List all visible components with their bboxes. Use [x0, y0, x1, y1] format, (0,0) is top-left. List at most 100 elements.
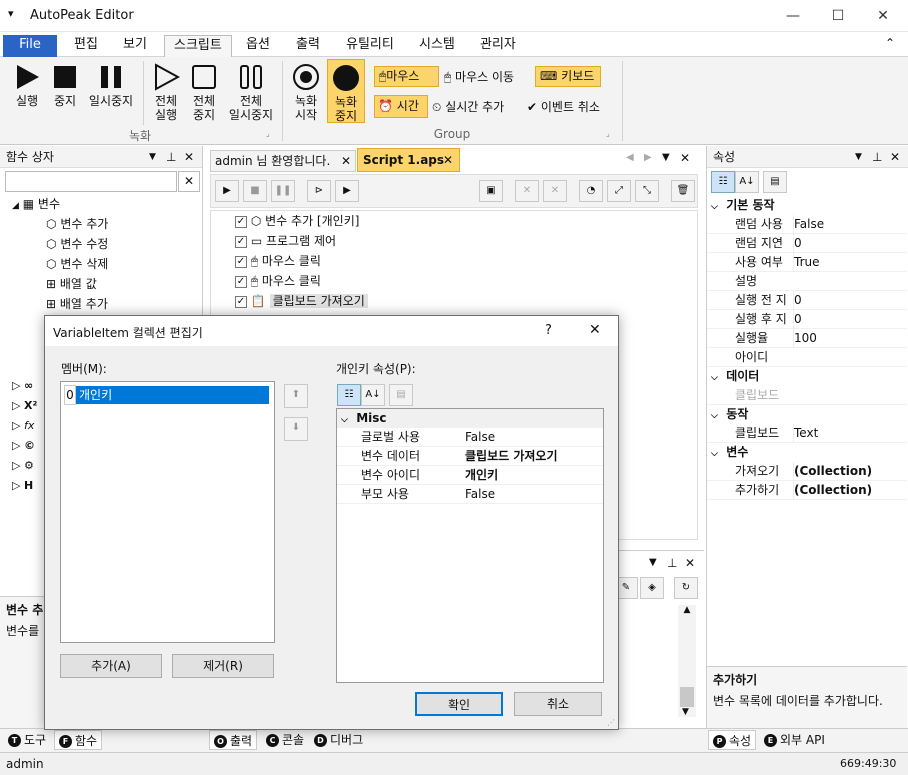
tab-welcome[interactable]: admin 님 환영합니다. ✕: [210, 150, 356, 172]
property-pages-icon[interactable]: ▤: [763, 171, 787, 193]
tree-item-array-add[interactable]: ⊞ 배열 추가: [46, 294, 108, 314]
scroll-up-icon[interactable]: ▲: [678, 605, 696, 615]
tab-output[interactable]: O 출력: [209, 730, 258, 750]
editor-pause-icon[interactable]: ❚❚: [271, 180, 295, 202]
tree-item-var-delete[interactable]: ⬡ 변수 삭제: [46, 254, 108, 274]
ok-button[interactable]: 확인: [415, 692, 503, 716]
panel-dropdown-icon[interactable]: ▼: [855, 146, 862, 168]
script-line[interactable]: ✓ 🖱 마우스 클릭: [235, 271, 321, 291]
tab-list-icon[interactable]: ▼: [662, 152, 670, 163]
categorized-icon[interactable]: ☷: [711, 171, 735, 193]
property-category[interactable]: ⌵ 변수: [707, 443, 907, 462]
property-row[interactable]: 랜덤 지연 0: [707, 234, 907, 253]
minimize-button[interactable]: —: [770, 0, 816, 32]
tab-scroll-right-icon[interactable]: ▶: [644, 152, 652, 163]
dialog-property-value[interactable]: 개인키: [465, 466, 498, 485]
property-row[interactable]: 추가하기 (Collection): [707, 481, 907, 500]
menu-view[interactable]: 보기: [114, 35, 156, 57]
property-value[interactable]: 100: [793, 329, 817, 348]
panel-close-icon[interactable]: ✕: [184, 146, 194, 168]
realtime-add-toggle[interactable]: ⏲ 실시간 추가: [432, 97, 504, 117]
misc-category[interactable]: ⌵ Misc: [337, 409, 603, 428]
property-category[interactable]: ⌵ 기본 동작: [707, 196, 907, 215]
dialog-property-pages-icon[interactable]: ▤: [389, 384, 413, 406]
script-line[interactable]: ✓ 🖱 마우스 클릭: [235, 251, 321, 271]
property-row[interactable]: 랜덤 사용 False: [707, 215, 907, 234]
panel-dropdown-icon[interactable]: ▼: [649, 557, 657, 568]
property-row[interactable]: 사용 여부 True: [707, 253, 907, 272]
stop-all-button[interactable]: 전체 중지: [186, 63, 222, 122]
editor-play-frame-icon[interactable]: ⊳: [307, 180, 331, 202]
editor-run-icon[interactable]: ▶: [215, 180, 239, 202]
dialog-categorized-icon[interactable]: ☷: [337, 384, 361, 406]
tree-item-var-add[interactable]: ⬡ 변수 추가: [46, 214, 108, 234]
editor-remove-icon[interactable]: ✕: [515, 180, 539, 202]
pin-icon[interactable]: ⊥: [872, 146, 882, 168]
scroll-thumb[interactable]: [680, 687, 694, 707]
clear-search-button[interactable]: ✕: [178, 171, 200, 192]
pin-icon[interactable]: ⊥: [166, 146, 176, 168]
script-line[interactable]: ✓ ▭ 프로그램 제어: [235, 231, 336, 251]
tab-properties[interactable]: P 속성: [708, 730, 757, 750]
property-category[interactable]: ⌵ 데이터: [707, 367, 907, 386]
output-refresh-icon[interactable]: ↻: [674, 577, 698, 599]
tab-external-api[interactable]: E 외부 API: [760, 730, 829, 750]
system-menu-icon[interactable]: ▾: [8, 7, 14, 20]
record-start-button[interactable]: 녹화 시작: [288, 63, 324, 122]
panel-close-icon[interactable]: ✕: [890, 146, 900, 168]
property-row[interactable]: 실행율 100: [707, 329, 907, 348]
property-row[interactable]: 실행 전 지 0: [707, 291, 907, 310]
editor-timer-icon[interactable]: ◔: [579, 180, 603, 202]
property-row[interactable]: 클립보드 Text: [707, 424, 907, 443]
dialog-alphabetical-icon[interactable]: A↓: [361, 384, 385, 406]
tab-close-icon[interactable]: ✕: [443, 149, 453, 171]
remove-button[interactable]: 제거(R): [172, 654, 274, 678]
run-button[interactable]: 실행: [8, 63, 46, 108]
editor-expand-icon[interactable]: ⤢: [607, 180, 631, 202]
output-fill-icon[interactable]: ◈: [640, 577, 664, 599]
editor-delete-icon[interactable]: 🗑: [671, 180, 695, 202]
property-row[interactable]: 클립보드: [707, 386, 907, 405]
event-cancel-toggle[interactable]: ✔ 이벤트 취소: [527, 97, 600, 117]
property-value[interactable]: True: [793, 253, 820, 272]
time-toggle[interactable]: ⏰ 시간: [374, 95, 428, 118]
menu-file[interactable]: File: [3, 35, 57, 57]
run-all-button[interactable]: 전체 실행: [148, 63, 184, 122]
dialog-property-value[interactable]: 클립보드 가져오기: [465, 447, 558, 466]
property-category[interactable]: ⌵ 동작: [707, 405, 907, 424]
property-row[interactable]: 가져오기 (Collection): [707, 462, 907, 481]
property-value[interactable]: 0: [793, 234, 802, 253]
panel-close-icon[interactable]: ✕: [685, 556, 695, 570]
property-value[interactable]: (Collection): [793, 481, 872, 500]
property-value[interactable]: 0: [793, 291, 802, 310]
member-item[interactable]: 0 개인키: [64, 385, 273, 405]
resize-grip-icon[interactable]: ⋰: [607, 718, 615, 727]
mouse-move-toggle[interactable]: 🖱 마우스 이동: [444, 68, 514, 88]
tab-console[interactable]: C 콘솔: [262, 730, 308, 750]
property-value[interactable]: 0: [793, 310, 802, 329]
dialog-property-row[interactable]: 변수 아이디 개인키: [337, 466, 603, 485]
checkbox[interactable]: ✓: [235, 275, 247, 288]
checkbox[interactable]: ✓: [235, 295, 247, 308]
editor-remove-all-icon[interactable]: ✕: [543, 180, 567, 202]
output-scrollbar[interactable]: ▲ ▼: [678, 605, 696, 717]
tree-item-var-edit[interactable]: ⬡ 변수 수정: [46, 234, 108, 254]
editor-stop-icon[interactable]: ■: [243, 180, 267, 202]
record-stop-button[interactable]: 녹화 중지: [327, 59, 365, 123]
editor-close-icon[interactable]: ✕: [680, 151, 690, 165]
help-button[interactable]: ?: [545, 323, 552, 338]
script-line-selected[interactable]: ✓ 📋 클립보드 가져오기: [235, 291, 368, 311]
maximize-button[interactable]: ☐: [815, 0, 861, 32]
function-search-input[interactable]: [5, 171, 177, 192]
property-row[interactable]: 실행 후 지 0: [707, 310, 907, 329]
tab-tools[interactable]: T 도구: [4, 730, 50, 750]
pause-all-button[interactable]: 전체 일시중지: [224, 63, 278, 122]
alphabetical-icon[interactable]: A↓: [735, 171, 759, 193]
menu-utility[interactable]: 유틸리티: [337, 35, 403, 57]
editor-collapse-icon[interactable]: ⤡: [635, 180, 659, 202]
menu-options[interactable]: 옵션: [237, 35, 279, 57]
dialog-property-value[interactable]: False: [465, 485, 495, 504]
dialog-property-row[interactable]: 부모 사용 False: [337, 485, 603, 504]
dialog-property-value[interactable]: False: [465, 428, 495, 447]
tree-item-array-value[interactable]: ⊞ 배열 값: [46, 274, 97, 294]
